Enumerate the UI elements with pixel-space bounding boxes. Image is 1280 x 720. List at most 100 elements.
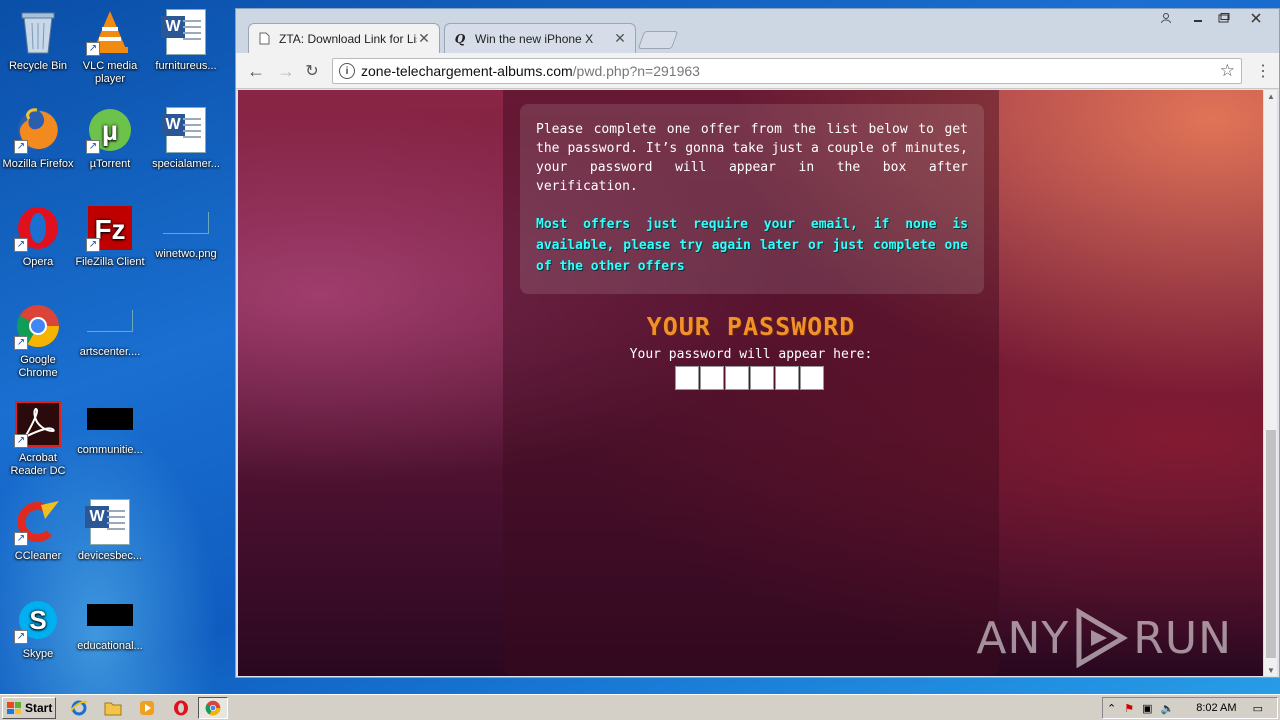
network-icon[interactable]: ▣ [1142,702,1152,715]
desktop-icon-vlc[interactable]: ↗ VLC media player [72,4,148,92]
opera-taskbar-icon[interactable] [166,697,196,719]
word-doc-icon: W [161,8,210,56]
desktop-icon-label: Skype [22,648,54,660]
firefox-icon: ↗ [14,106,62,154]
tab-win-iphone[interactable]: Q Win the new iPhone X ✕ [444,23,636,53]
close-window-icon[interactable] [1243,9,1269,27]
ie-icon[interactable] [64,697,94,719]
address-bar[interactable]: i zone-telechargement-albums.com/pwd.php… [332,58,1242,84]
taskbar: Start ⌃ ⚑ ▣ 🔈 8:02 AM ▭ [0,694,1280,720]
desktop-icon-firefox[interactable]: ↗ Mozilla Firefox [0,102,76,190]
tab-title: ZTA: Download Link for Lisa [279,31,417,46]
browser-menu-icon[interactable]: ⋮ [1255,61,1271,81]
bookmark-star-icon[interactable]: ☆ [1220,61,1235,81]
close-tab-icon[interactable]: ✕ [613,30,627,47]
tab-zta-download[interactable]: ZTA: Download Link for Lisa ✕ [248,23,440,53]
url-host: zone-telechargement-albums.com [361,63,573,79]
media-player-icon[interactable] [132,697,162,719]
reload-icon[interactable]: ↻ [300,59,324,83]
minimize-icon[interactable] [1185,9,1211,27]
desktop-icon-label: Google Chrome [18,354,58,379]
profile-icon[interactable] [1153,9,1179,27]
page-scrollbar[interactable]: ▲ ▼ [1263,90,1277,676]
filezilla-icon: Fz ↗ [86,204,134,252]
desktop-icon-specialamer[interactable]: W specialamer... [148,102,224,190]
desktop-icon-label: communitie... [77,444,143,456]
play-logo-icon [1076,608,1129,668]
desktop-icon-label: furnitureus... [155,60,217,72]
start-label: Start [25,701,53,715]
shortcut-arrow-icon: ↗ [14,630,28,644]
chrome-taskbar-icon[interactable] [198,697,228,719]
page-viewport: Please complete one offer from the list … [238,90,1264,676]
shortcut-arrow-icon: ↗ [86,140,100,154]
desktop-icon-winetwo[interactable]: winetwo.png [148,200,224,288]
desktop-icon-furnitureus[interactable]: W furnitureus... [148,4,224,92]
utorrent-icon: µ ↗ [86,106,134,154]
desktop-icon-label: educational... [77,640,143,652]
desktop-icon-label: µTorrent [89,158,131,170]
password-char-box [675,366,699,390]
desktop-icon-label: Acrobat Reader DC [10,452,66,477]
desktop-icon-acrobat[interactable]: ↗ Acrobat Reader DC [0,396,76,484]
desktop-icon-label: Opera [22,256,54,268]
restore-icon[interactable] [1211,9,1237,27]
desktop-icon-utorrent[interactable]: µ ↗ µTorrent [72,102,148,190]
scroll-down-icon[interactable]: ▼ [1264,664,1278,676]
skype-icon: S ↗ [14,596,62,644]
scroll-up-icon[interactable]: ▲ [1264,90,1278,102]
desktop-icon-ccleaner[interactable]: ↗ CCleaner [0,494,76,582]
browser-window: ZTA: Download Link for Lisa ✕ Q Win the … [235,8,1280,678]
desktop-icon-skype[interactable]: S ↗ Skype [0,592,76,680]
desktop-icon-label: Recycle Bin [8,60,68,72]
forward-arrow-icon[interactable]: → [274,59,298,83]
desktop-icon-label: Mozilla Firefox [2,158,74,170]
windows-flag-icon [7,702,21,714]
password-char-box [725,366,749,390]
explorer-folder-icon[interactable] [98,697,128,719]
desktop-icon-label: specialamer... [152,158,220,170]
desktop-icon-recycle-bin[interactable]: Recycle Bin [0,4,76,92]
black-file-icon [87,604,133,626]
desktop-icon-label: CCleaner [14,550,62,562]
highlight-text: Most offers just require your email, if … [536,217,968,274]
ccleaner-icon: ↗ [14,498,62,546]
scrollbar-thumb[interactable] [1266,430,1276,658]
tab-title: Win the new iPhone X [475,31,594,46]
password-char-box [750,366,774,390]
action-center-flag-icon[interactable]: ⚑ [1124,702,1134,715]
browser-toolbar: ← → ↻ i zone-telechargement-albums.com/p… [236,53,1279,89]
taskbar-clock[interactable]: 8:02 AM [1196,702,1236,714]
back-arrow-icon[interactable]: ← [244,59,268,83]
volume-icon[interactable]: 🔈 [1161,702,1175,715]
password-boxes [675,366,824,390]
password-subtitle: Your password will appear here: [629,347,873,362]
close-tab-icon[interactable]: ✕ [417,30,431,47]
start-button[interactable]: Start [2,697,56,719]
recycle-bin-icon [14,8,62,56]
svg-text:µ: µ [102,115,118,146]
desktop-icon-artscenter[interactable]: artscenter.... [72,298,148,386]
desktop-icon-label: winetwo.png [155,248,217,260]
desktop-icon-educational[interactable]: educational... [72,592,148,680]
desktop-icon-label: FileZilla Client [75,256,145,268]
password-char-box [800,366,824,390]
desktop-icon-label: devicesbec... [77,550,143,562]
new-tab-button[interactable] [637,31,679,49]
desktop-icon-devicesbec[interactable]: W devicesbec... [72,494,148,582]
word-doc-icon: W [85,498,134,546]
instructions-text: Please complete one offer from the list … [536,122,968,194]
desktop-icon-opera[interactable]: ↗ Opera [0,200,76,288]
desktop-icon-filezilla[interactable]: Fz ↗ FileZilla Client [72,200,148,288]
page-icon [257,32,271,46]
show-hidden-icons-icon[interactable]: ⌃ [1107,702,1116,715]
instructions-box: Please complete one offer from the list … [520,104,984,294]
desktop-icon-chrome[interactable]: ↗ Google Chrome [0,298,76,386]
anyrun-watermark: ANY RUN [976,608,1232,668]
desktop-icon-communitie[interactable]: communitie... [72,396,148,484]
shortcut-arrow-icon: ↗ [14,238,28,252]
svg-text:S: S [29,605,46,635]
show-desktop-icon[interactable]: ▭ [1253,702,1263,715]
site-info-icon[interactable]: i [339,63,355,79]
watermark-right: RUN [1133,612,1232,664]
